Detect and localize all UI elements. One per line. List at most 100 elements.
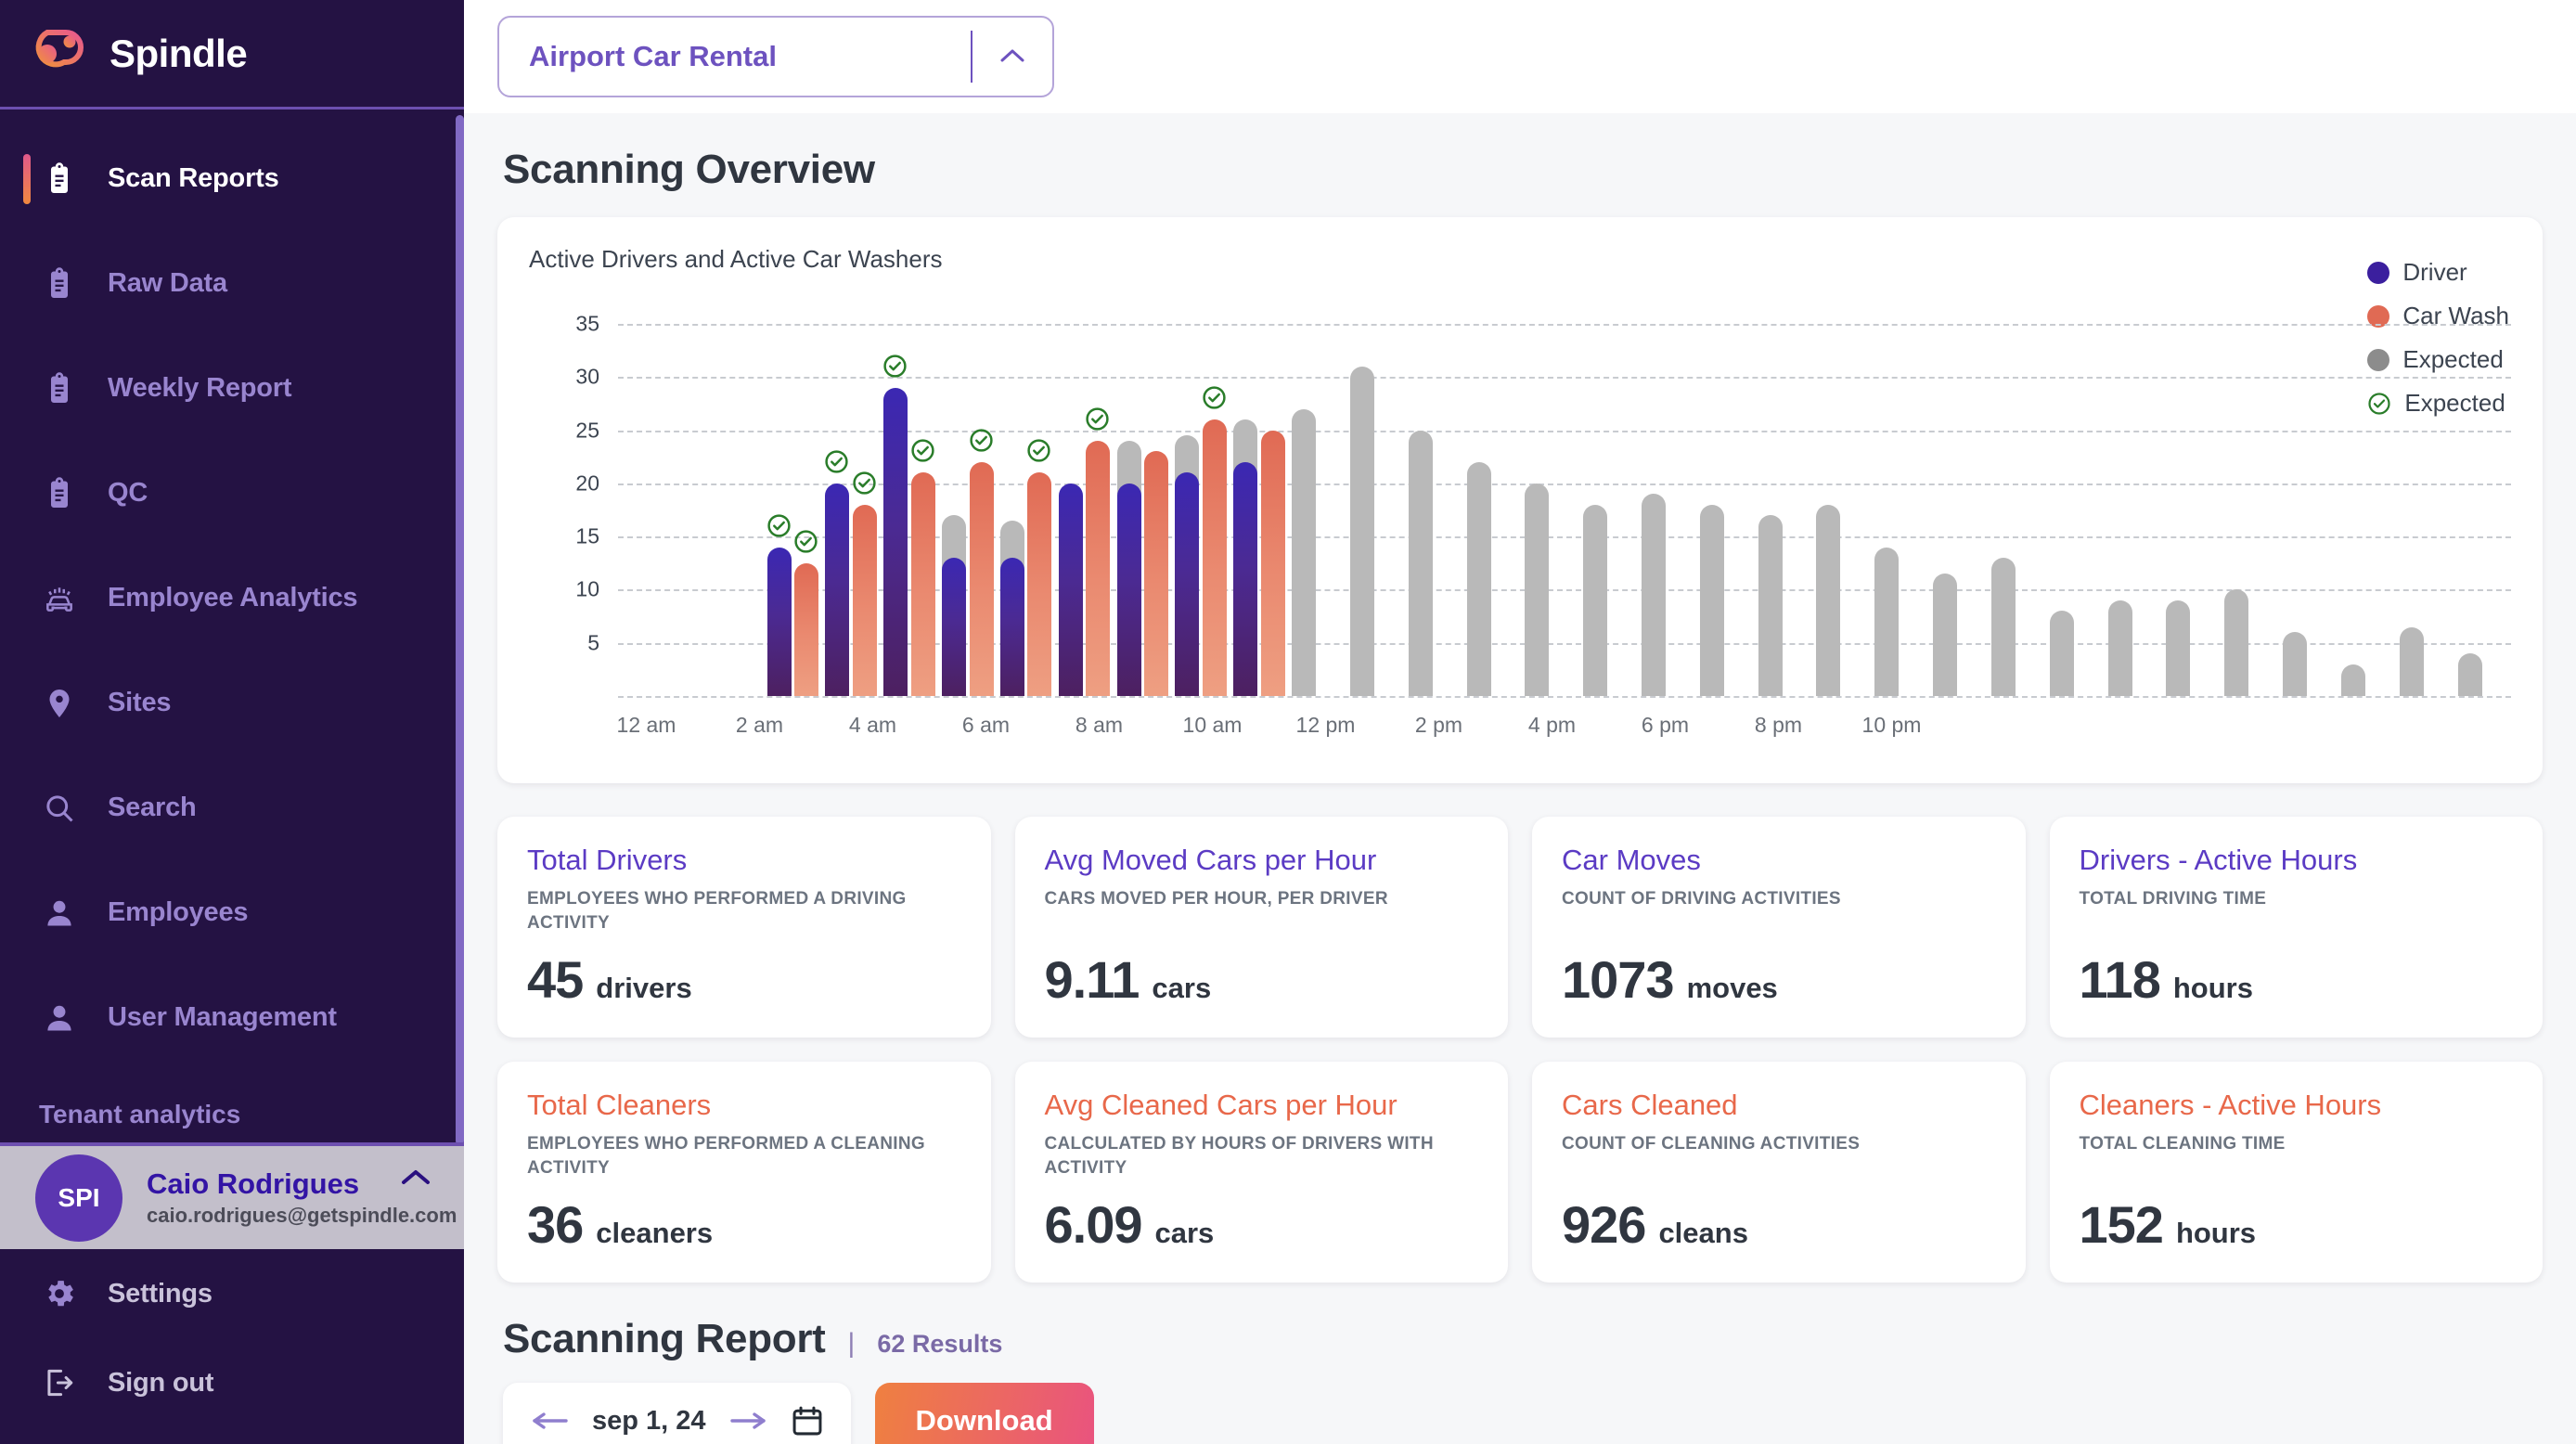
site-selector-value: Airport Car Rental: [499, 40, 971, 73]
chart-bar[interactable]: [794, 563, 818, 696]
chart-bar[interactable]: [970, 462, 994, 696]
sidebar-item-settings[interactable]: Settings: [0, 1249, 464, 1338]
tenant-analytics-heading: Tenant analytics: [0, 1070, 464, 1129]
chart-bar[interactable]: [2224, 589, 2248, 696]
chart-bar[interactable]: [2283, 632, 2307, 696]
chart-bar[interactable]: [2050, 611, 2074, 696]
kpi-unit: cleaners: [596, 1217, 713, 1250]
chart-bar[interactable]: [2108, 600, 2132, 696]
kpi-card: Drivers - Active HoursTOTAL DRIVING TIME…: [2050, 817, 2544, 1038]
chart-bar[interactable]: [1933, 574, 1957, 696]
spindle-logo-icon: [28, 27, 89, 81]
x-axis-tick: 2 am: [736, 713, 783, 738]
kpi-grid: Total DriversEMPLOYEES WHO PERFORMED A D…: [497, 817, 2543, 1283]
chart-bar[interactable]: [1816, 505, 1840, 696]
chevron-up-icon[interactable]: [399, 1167, 432, 1189]
x-axis-tick: 2 pm: [1415, 713, 1462, 738]
sidebar-item-label: Sign out: [108, 1368, 213, 1399]
clipboard-icon: [39, 264, 80, 304]
download-button[interactable]: Download: [875, 1383, 1094, 1444]
chart-bar[interactable]: [1203, 419, 1227, 696]
user-icon: [39, 893, 80, 934]
calendar-icon[interactable]: [790, 1402, 825, 1439]
clipboard-icon: [39, 473, 80, 514]
check-circle-icon: [1085, 406, 1110, 432]
chart-bar[interactable]: [1758, 515, 1783, 696]
date-pager[interactable]: sep 1, 24: [503, 1383, 851, 1444]
kpi-unit: hours: [2173, 972, 2253, 1005]
x-axis-tick: 10 am: [1183, 713, 1243, 738]
chart-bar[interactable]: [1350, 367, 1374, 696]
chart-bar[interactable]: [1409, 431, 1433, 696]
kpi-unit: cars: [1152, 972, 1211, 1005]
arrow-left-icon[interactable]: [529, 1407, 572, 1435]
sidebar-item-sites[interactable]: Sites: [0, 651, 464, 755]
main-content: Airport Car Rental Scanning Overview Act…: [464, 0, 2576, 1444]
kpi-title: Drivers - Active Hours: [2080, 844, 2514, 876]
scanning-overview-chart: Active Drivers and Active Car Washers Dr…: [497, 217, 2543, 783]
sidebar-item-qc[interactable]: QC: [0, 441, 464, 546]
chart-bar[interactable]: [825, 483, 849, 696]
sidebar-item-label: Raw Data: [108, 268, 227, 299]
chart-bar[interactable]: [1261, 431, 1285, 696]
sidebar-item-raw-data[interactable]: Raw Data: [0, 231, 464, 336]
kpi-value-row: 36cleaners: [527, 1194, 961, 1255]
chart-bar[interactable]: [2400, 627, 2424, 696]
chart-bar[interactable]: [1991, 558, 2016, 696]
chart-bar[interactable]: [1233, 462, 1257, 696]
legend-item-driver[interactable]: Driver: [2367, 258, 2509, 287]
chart-bar[interactable]: [1117, 483, 1141, 696]
legend-label: Driver: [2402, 258, 2467, 287]
kpi-value: 118: [2080, 949, 2160, 1010]
kpi-value: 926: [1562, 1194, 1645, 1255]
chart-bar[interactable]: [911, 472, 935, 696]
sidebar-item-weekly-report[interactable]: Weekly Report: [0, 336, 464, 441]
user-profile[interactable]: SPI Caio Rodrigues caio.rodrigues@getspi…: [0, 1142, 464, 1249]
kpi-title: Avg Cleaned Cars per Hour: [1045, 1089, 1479, 1121]
sidebar-item-search[interactable]: Search: [0, 755, 464, 860]
chart-bar[interactable]: [1874, 548, 1899, 696]
chart-bar[interactable]: [883, 388, 908, 696]
chart-bar[interactable]: [2458, 653, 2482, 696]
x-axis-tick: 8 am: [1075, 713, 1123, 738]
x-axis-tick: 6 pm: [1642, 713, 1689, 738]
site-selector[interactable]: Airport Car Rental: [497, 16, 1054, 97]
kpi-value: 152: [2080, 1194, 2163, 1255]
scanning-report-section: Scanning Report | 62 Results sep 1, 24: [497, 1283, 2543, 1444]
chart-bar[interactable]: [1525, 483, 1549, 696]
chart-bar[interactable]: [1467, 462, 1491, 696]
chart-bar[interactable]: [1059, 483, 1083, 696]
chart-bar[interactable]: [1700, 505, 1724, 696]
chart-bar[interactable]: [1000, 558, 1024, 696]
chart-bar[interactable]: [1175, 472, 1199, 696]
sidebar-item-label: Search: [108, 793, 197, 823]
chevron-up-icon[interactable]: [972, 46, 1052, 67]
kpi-subtitle: CALCULATED BY HOURS OF DRIVERS WITH ACTI…: [1045, 1132, 1479, 1180]
chart-bar[interactable]: [1027, 472, 1051, 696]
arrow-right-icon[interactable]: [727, 1407, 769, 1435]
sidebar-item-employees[interactable]: Employees: [0, 860, 464, 965]
chart-bar[interactable]: [1144, 451, 1168, 696]
chart-bar[interactable]: [1292, 409, 1316, 696]
x-axis-tick: 12 am: [617, 713, 676, 738]
chart-bar[interactable]: [942, 558, 966, 696]
chart-bar[interactable]: [1086, 441, 1110, 696]
sidebar-item-label: Scan Reports: [108, 163, 279, 194]
sidebar-item-employee-analytics[interactable]: Employee Analytics: [0, 546, 464, 651]
chart-bars: [529, 303, 2511, 696]
report-toolbar: sep 1, 24 Download: [497, 1362, 2543, 1444]
check-circle-icon: [793, 529, 818, 554]
sidebar-item-sign-out[interactable]: Sign out: [0, 1338, 464, 1427]
sidebar-item-user-management[interactable]: User Management: [0, 965, 464, 1070]
chart-bar[interactable]: [767, 548, 792, 696]
sidebar-item-scan-reports[interactable]: Scan Reports: [0, 126, 464, 231]
chart-bar[interactable]: [2166, 600, 2190, 696]
chart-bar[interactable]: [853, 505, 877, 696]
kpi-unit: hours: [2176, 1217, 2256, 1250]
chart-bar[interactable]: [1642, 494, 1666, 696]
kpi-value-row: 9.11cars: [1045, 949, 1479, 1010]
chart-bar[interactable]: [1583, 505, 1607, 696]
kpi-subtitle: CARS MOVED PER HOUR, PER DRIVER: [1045, 887, 1479, 911]
chart-bar[interactable]: [2341, 664, 2365, 696]
profile-email: caio.rodrigues@getspindle.com: [147, 1203, 457, 1230]
